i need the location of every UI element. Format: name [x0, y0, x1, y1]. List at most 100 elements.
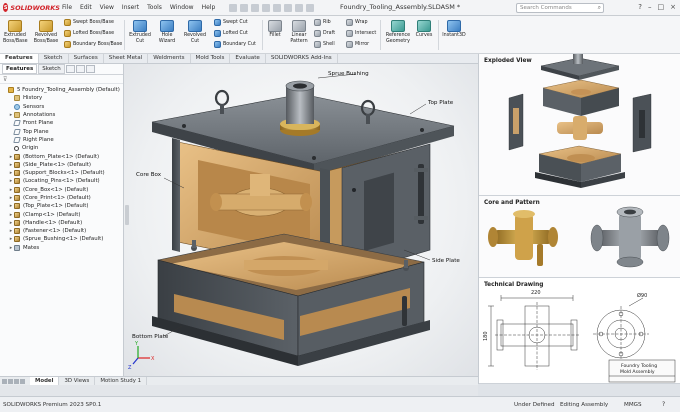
triad-x-label: X	[151, 356, 155, 362]
menu-view[interactable]: View	[100, 4, 114, 11]
sprue-bushing[interactable]	[280, 80, 320, 136]
revolved-cut-button[interactable]: Revolved Cut	[182, 20, 208, 44]
tab-addins[interactable]: SOLIDWORKS Add-Ins	[266, 54, 338, 63]
tree-item-label: Mates	[23, 244, 40, 251]
tab-weldments[interactable]: Weldments	[148, 54, 191, 63]
menu-edit[interactable]: Edit	[80, 4, 92, 11]
shell-button[interactable]: Shell	[314, 41, 335, 48]
undo-icon[interactable]	[273, 3, 282, 12]
status-help-icon[interactable]: ?	[662, 401, 665, 408]
tree-item[interactable]: ▸ Mates	[0, 244, 123, 252]
property-manager-icon[interactable]	[65, 65, 75, 73]
asm-icon	[8, 87, 14, 94]
view-triad[interactable]: X Y Z	[128, 341, 155, 371]
linear-pattern-button[interactable]: Linear Pattern	[288, 20, 310, 44]
tree-item[interactable]: ▸ Annotations	[0, 111, 123, 119]
rib-button[interactable]: Rib	[314, 19, 331, 26]
menu-tools[interactable]: Tools	[147, 4, 162, 11]
dimxpert-icon[interactable]	[85, 65, 95, 73]
mirror-button[interactable]: Mirror	[346, 41, 369, 48]
tree-item[interactable]: ▸ (Sprue_Bushing<1> (Default)	[0, 235, 123, 243]
tab-motion-study[interactable]: Motion Study 1	[95, 377, 148, 385]
last-tab-icon[interactable]	[20, 378, 25, 384]
new-icon[interactable]	[229, 3, 238, 12]
extruded-cut-button[interactable]: Extruded Cut	[128, 20, 152, 44]
tab-features[interactable]: Features	[0, 54, 39, 63]
fillet-button[interactable]: Fillet	[266, 20, 284, 39]
tab-model[interactable]: Model	[30, 377, 60, 385]
hole-wizard-button[interactable]: Hole Wizard	[156, 20, 178, 44]
tree-item[interactable]: ▸ (Clamp<1> (Default)	[0, 210, 123, 218]
tree-item[interactable]: ▸ (Core_Box<1> (Default)	[0, 186, 123, 194]
graphics-area[interactable]: X Y Z Sprue Bushing Top Plate Core Box S…	[124, 64, 478, 376]
swept-cut-button[interactable]: Swept Cut	[214, 19, 248, 26]
panel-tab-features[interactable]: Features	[2, 64, 38, 74]
instant3d-button[interactable]: Instant3D	[442, 20, 466, 39]
options-icon[interactable]	[306, 3, 315, 12]
tab-mold-tools[interactable]: Mold Tools	[191, 54, 231, 63]
tree-item-label: (Bottom_Plate<1> (Default)	[23, 153, 100, 160]
status-units[interactable]: MMGS	[624, 402, 642, 408]
tree-filter[interactable]: ⊽	[0, 75, 123, 84]
maximize-icon[interactable]: □	[658, 3, 665, 11]
tree-item[interactable]: ▸ (Support_Blocks<1> (Default)	[0, 169, 123, 177]
tree-item[interactable]: ▸ (Fastener<1> (Default)	[0, 227, 123, 235]
menu-file[interactable]: File	[62, 4, 72, 11]
help-icon[interactable]: ?	[638, 3, 642, 11]
tree-item[interactable]: ▸ (Top_Plate<1> (Default)	[0, 202, 123, 210]
intersect-button[interactable]: Intersect	[346, 30, 376, 37]
next-tab-icon[interactable]	[14, 378, 19, 384]
close-icon[interactable]: ×	[670, 3, 676, 11]
draft-button[interactable]: Draft	[314, 30, 335, 37]
tree-item[interactable]: ▸ (Side_Plate<1> (Default)	[0, 161, 123, 169]
tree-item[interactable]: History	[0, 94, 123, 102]
menu-window[interactable]: Window	[170, 4, 194, 11]
boundary-cut-button[interactable]: Boundary Cut	[214, 41, 256, 48]
panel-tab-sketch[interactable]: Sketch	[38, 64, 65, 74]
filter-icon[interactable]: ⊽	[3, 76, 7, 83]
tab-surfaces[interactable]: Surfaces	[69, 54, 104, 63]
menu-insert[interactable]: Insert	[122, 4, 139, 11]
select-icon[interactable]	[284, 3, 293, 12]
rebuild-icon[interactable]	[295, 3, 304, 12]
lofted-boss-button[interactable]: Lofted Boss/Base	[64, 30, 114, 37]
tree-item[interactable]: 5 Foundry_Tooling_Assembly (Default)	[0, 86, 123, 94]
tree-item[interactable]: ▸ (Locating_Pins<1> (Default)	[0, 177, 123, 185]
boundary-boss-button[interactable]: Boundary Boss/Base	[64, 41, 122, 48]
print-icon[interactable]	[262, 3, 271, 12]
tree-item[interactable]: ▸ (Core_Print<1> (Default)	[0, 194, 123, 202]
extruded-boss-button[interactable]: Extruded Boss/Base	[3, 20, 28, 44]
tree-item[interactable]: Right Plane	[0, 136, 123, 144]
tree-item[interactable]: Top Plane	[0, 127, 123, 135]
search-commands-input[interactable]: Search Commands ⌕	[516, 3, 604, 13]
tab-scroll-controls[interactable]	[0, 377, 30, 385]
tree-item[interactable]: Front Plane	[0, 119, 123, 127]
solidworks-logo[interactable]: S SOLIDWORKS	[0, 0, 60, 16]
search-icon[interactable]: ⌕	[598, 4, 601, 12]
reference-geometry-button[interactable]: Reference Geometry	[384, 20, 412, 44]
open-icon[interactable]	[240, 3, 249, 12]
prev-tab-icon[interactable]	[8, 378, 13, 384]
part-icon	[14, 186, 20, 193]
linear-pattern-label: Linear Pattern	[290, 33, 308, 44]
revolved-boss-button[interactable]: Revolved Boss/Base	[31, 20, 61, 44]
reference-geometry-icon	[391, 20, 405, 32]
menu-help[interactable]: Help	[202, 4, 216, 11]
save-icon[interactable]	[251, 3, 260, 12]
configuration-manager-icon[interactable]	[75, 65, 85, 73]
tree-item[interactable]: Sensors	[0, 103, 123, 111]
tab-evaluate[interactable]: Evaluate	[230, 54, 266, 63]
tab-sketch[interactable]: Sketch	[39, 54, 69, 63]
minimize-icon[interactable]: –	[648, 3, 652, 11]
panel-collapse-handle[interactable]	[125, 205, 129, 225]
tree-item[interactable]: Origin	[0, 144, 123, 152]
tree-item[interactable]: ▸ (Bottom_Plate<1> (Default)	[0, 152, 123, 160]
lofted-cut-button[interactable]: Lofted Cut	[214, 30, 248, 37]
tab-3d-views[interactable]: 3D Views	[59, 377, 96, 385]
first-tab-icon[interactable]	[2, 378, 7, 384]
tree-item[interactable]: ▸ (Handle<1> (Default)	[0, 219, 123, 227]
wrap-button[interactable]: Wrap	[346, 19, 367, 26]
swept-boss-button[interactable]: Swept Boss/Base	[64, 19, 114, 26]
curves-button[interactable]: Curves	[414, 20, 434, 39]
tab-sheet-metal[interactable]: Sheet Metal	[104, 54, 149, 63]
